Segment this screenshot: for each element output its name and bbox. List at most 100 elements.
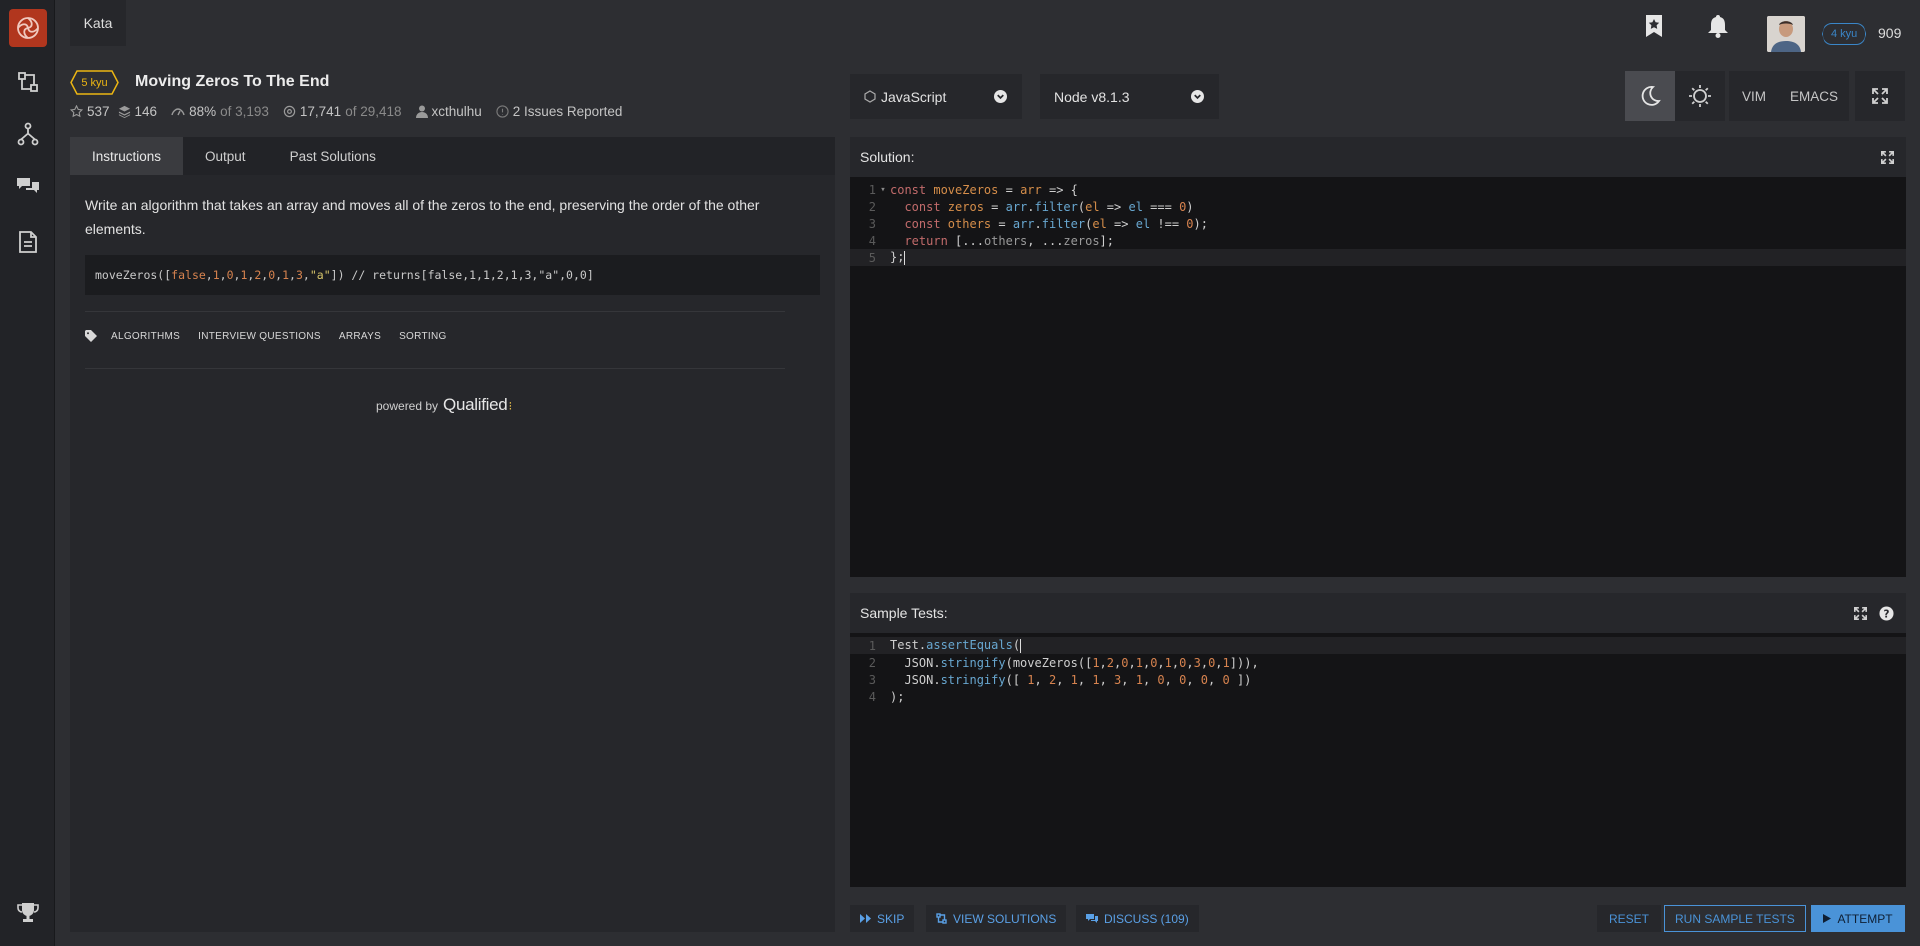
tag-algorithms[interactable]: ALGORITHMS bbox=[111, 331, 180, 342]
issues-stat[interactable]: 2 Issues Reported bbox=[496, 104, 622, 119]
code-token: , bbox=[1215, 655, 1223, 670]
fork-icon[interactable] bbox=[0, 114, 55, 154]
line-number: 3 bbox=[868, 216, 876, 231]
discuss-button[interactable]: DISCUSS (109) bbox=[1076, 905, 1199, 932]
code-line[interactable]: 3 const others = arr.filter(el => el !==… bbox=[850, 215, 1906, 232]
skip-button[interactable]: SKIP bbox=[850, 905, 915, 932]
code-token: filter bbox=[1034, 199, 1078, 214]
tab-instructions[interactable]: Instructions bbox=[70, 137, 184, 175]
svg-text:?: ? bbox=[1884, 608, 1890, 620]
code-token: ])), bbox=[1229, 655, 1259, 670]
dark-theme-button[interactable] bbox=[1625, 71, 1675, 121]
fold-arrow-icon[interactable]: ▾ bbox=[876, 185, 890, 195]
collections-stat[interactable]: 146 bbox=[118, 104, 157, 119]
line-number: 4 bbox=[868, 233, 876, 248]
kyu-badge: 5 kyu bbox=[70, 70, 119, 95]
example-token: , bbox=[261, 268, 269, 282]
author-stat[interactable]: xcthulhu bbox=[415, 104, 482, 119]
expand-icon[interactable] bbox=[1881, 150, 1894, 164]
tag-sorting[interactable]: SORTING bbox=[399, 331, 446, 342]
code-token: , bbox=[1128, 655, 1136, 670]
code-token: = bbox=[991, 216, 1013, 231]
tab-output[interactable]: Output bbox=[183, 137, 268, 175]
code-line[interactable]: 1 ▾ const moveZeros = arr => { bbox=[850, 181, 1906, 198]
code-token: JSON. bbox=[890, 672, 941, 687]
code-line[interactable]: 4); bbox=[850, 688, 1906, 705]
leaderboard-trophy-icon[interactable] bbox=[0, 893, 55, 933]
example-code: moveZeros([false, 1, 0, 1, 2, 0, 1, 3, "a"]) // … bbox=[85, 255, 820, 295]
stars-stat[interactable]: 537 bbox=[70, 104, 110, 119]
sample-tests-header: Sample Tests: ? bbox=[850, 593, 1906, 633]
code-token: ); bbox=[1193, 216, 1208, 231]
chat-icon[interactable] bbox=[0, 166, 55, 206]
powered-by-qualified[interactable]: powered by Qualified ⁝ bbox=[376, 395, 512, 415]
code-line[interactable]: 5}; bbox=[850, 249, 1906, 266]
fast-forward-icon bbox=[860, 914, 871, 923]
code-token: 1 bbox=[1222, 655, 1230, 670]
tab-past-solutions[interactable]: Past Solutions bbox=[268, 137, 398, 175]
run-sample-tests-button[interactable]: RUN SAMPLE TESTS bbox=[1664, 905, 1806, 932]
notifications-bell-icon[interactable] bbox=[1707, 14, 1729, 38]
code-token: others bbox=[983, 233, 1028, 248]
code-token: ); bbox=[890, 689, 905, 704]
example-token: , bbox=[247, 268, 255, 282]
vim-mode-button[interactable]: VIM bbox=[1729, 71, 1779, 121]
kata-description: Write an algorithm that takes an array a… bbox=[85, 197, 760, 237]
kata-tab[interactable]: Kata bbox=[70, 0, 126, 46]
example-token: 3 bbox=[295, 268, 303, 282]
code-token: 1 bbox=[1092, 655, 1100, 670]
language-select[interactable]: JavaScript bbox=[850, 74, 1022, 119]
codewars-logo[interactable] bbox=[9, 9, 47, 47]
view-solutions-button[interactable]: VIEW SOLUTIONS bbox=[926, 905, 1067, 932]
tag-arrays[interactable]: ARRAYS bbox=[339, 331, 381, 342]
code-line[interactable]: 4 return [...others, ...zeros]; bbox=[850, 232, 1906, 249]
code-token: stringify bbox=[940, 672, 1006, 687]
code-token: => bbox=[1099, 199, 1129, 214]
docs-icon[interactable] bbox=[0, 222, 55, 262]
kata-title[interactable]: Moving Zeros To The End bbox=[135, 73, 329, 91]
code-token: Test. bbox=[890, 638, 927, 653]
code-token: 0 bbox=[1186, 216, 1194, 231]
example-token: , bbox=[205, 268, 213, 282]
text-cursor bbox=[1020, 638, 1022, 653]
rank-badge: 4 kyu bbox=[1822, 23, 1867, 45]
code-token: 1 bbox=[1135, 655, 1143, 670]
code-token: others bbox=[947, 216, 992, 231]
chevron-down-icon bbox=[994, 90, 1007, 103]
light-theme-button[interactable] bbox=[1675, 71, 1725, 121]
code-token: const bbox=[890, 199, 948, 214]
fullscreen-button[interactable] bbox=[1855, 71, 1905, 121]
code-line[interactable]: 2 JSON.stringify(moveZeros([1,2,0,1,0,1,… bbox=[850, 654, 1906, 671]
code-line[interactable]: 1 Test.assertEquals( bbox=[850, 637, 1906, 654]
help-icon[interactable]: ? bbox=[1879, 605, 1894, 621]
line-number: 2 bbox=[868, 655, 876, 670]
solutions-icon bbox=[936, 913, 947, 924]
code-token: = bbox=[998, 182, 1021, 197]
solution-header: Solution: bbox=[850, 137, 1906, 177]
code-line[interactable]: 2 const zeros = arr.filter(el => el === … bbox=[850, 198, 1906, 215]
user-avatar[interactable] bbox=[1767, 16, 1805, 52]
practice-icon[interactable] bbox=[0, 62, 55, 102]
code-text: return [...others, ...zeros]; bbox=[890, 234, 1114, 248]
runtime-version-select[interactable]: Node v8.1.3 bbox=[1040, 74, 1219, 119]
code-line[interactable]: 3 JSON.stringify([ 1, 2, 1, 1, 3, 1, 0, … bbox=[850, 671, 1906, 688]
sample-tests-editor[interactable]: 1 Test.assertEquals(2 JSON.stringify(move… bbox=[850, 633, 1906, 887]
attempt-button[interactable]: ATTEMPT bbox=[1811, 905, 1905, 932]
tag-interview-questions[interactable]: INTERVIEW QUESTIONS bbox=[198, 331, 321, 342]
kata-stats: 537 146 88% of 3,193 17,741 of 29,418 xc… bbox=[70, 104, 622, 119]
reset-button[interactable]: RESET bbox=[1597, 905, 1662, 932]
code-token: assertEquals bbox=[926, 638, 1013, 653]
code-token: !== bbox=[1150, 216, 1187, 231]
emacs-mode-button[interactable]: EMACS bbox=[1779, 71, 1849, 121]
line-number: 1 bbox=[868, 182, 876, 197]
example-token: 1 bbox=[240, 268, 248, 282]
code-token: ]) bbox=[1229, 672, 1252, 687]
line-number: 3 bbox=[868, 672, 876, 687]
expand-icon[interactable] bbox=[1854, 606, 1867, 620]
solution-editor[interactable]: 1 ▾ const moveZeros = arr => {2 const zero… bbox=[850, 177, 1906, 577]
example-token: 0 bbox=[226, 268, 234, 282]
bookmark-star-icon[interactable] bbox=[1643, 14, 1665, 37]
code-text: const zeros = arr.filter(el => el === 0) bbox=[890, 199, 1193, 214]
code-text: ); bbox=[890, 690, 904, 704]
code-token: 0 bbox=[1157, 672, 1165, 687]
